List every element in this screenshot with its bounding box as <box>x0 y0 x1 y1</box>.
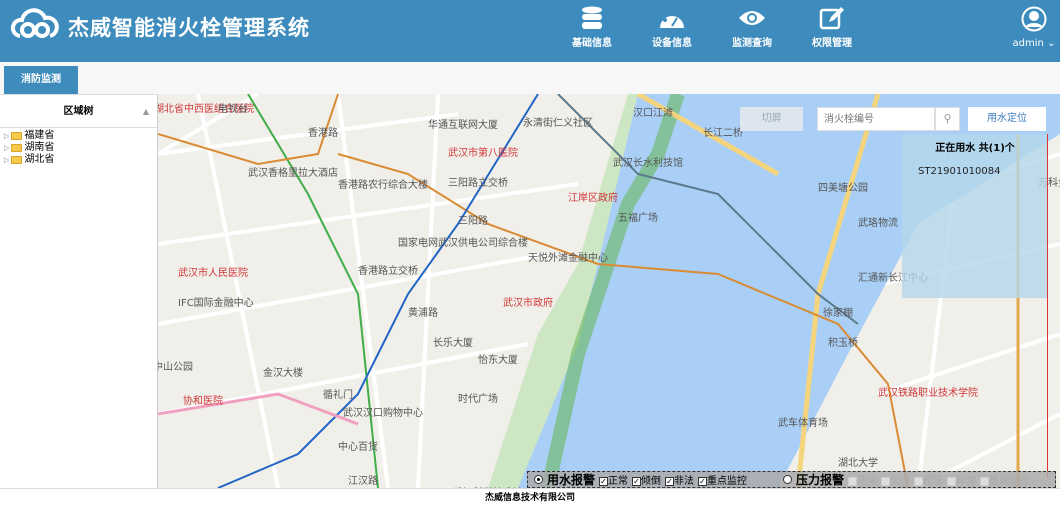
map-label: 中山公园 <box>158 362 193 373</box>
map-label: IFC国际金融中心 <box>178 298 254 309</box>
nav-basic-info[interactable]: 基础信息 <box>557 6 627 49</box>
dashboard-icon <box>660 12 684 28</box>
map-label: 三阳路立交桥 <box>448 178 508 189</box>
collapse-icon[interactable]: ▲ <box>143 95 149 128</box>
app-title: 杰威智能消火栓管理系统 <box>68 16 310 40</box>
header: 杰威智能消火栓管理系统 基础信息 设备信息 监测查询 权限管理 admin ⌄ <box>0 0 1060 62</box>
search-button[interactable]: ⚲ <box>935 107 960 131</box>
nav-label: 权限管理 <box>812 38 852 49</box>
map-label: 五福广场 <box>618 213 658 224</box>
filter-tilt[interactable]: ✓倾倒 <box>632 472 661 487</box>
map-label: 香港路立交桥 <box>358 266 418 277</box>
map-view[interactable]: 湖北省中西医结合医院 电视台 香港路 武汉香格里拉大酒店 华通互联网大厦 武汉市第八医院三… <box>158 94 1060 488</box>
panel-divider <box>1047 134 1048 478</box>
water-alarm-label: 用水报警 <box>547 473 596 487</box>
map-label: 金汉大楼 <box>263 368 303 379</box>
pressure-filter-high[interactable]: 超压 <box>914 472 943 487</box>
map-label: 武汉铁路职业技术学院 <box>878 388 978 399</box>
map-label: 武车体育场 <box>778 418 828 429</box>
map-label: 四美塘公园 <box>818 183 868 194</box>
pressure-filter-normal[interactable]: 正常 <box>848 472 877 487</box>
map-label: 天悦外滩金融中心 <box>528 253 608 264</box>
water-alarm-radio[interactable] <box>534 475 543 484</box>
map-label: 时代广场 <box>458 394 498 405</box>
hydrant-number-input[interactable] <box>817 107 935 131</box>
tab-fire-monitor[interactable]: 消防监测 <box>4 66 78 94</box>
map-label: 徐家棚 <box>823 308 853 319</box>
map-label: 武汉长水利技馆 <box>613 158 683 169</box>
map-label: 长江二桥 <box>703 128 743 139</box>
folder-icon <box>11 144 23 152</box>
username: admin <box>1012 38 1044 49</box>
hydrant-list-item[interactable]: ST21901010084 <box>918 166 1048 177</box>
pressure-alarm-label: 压力报警 <box>796 473 845 487</box>
pressure-filter-abnormal[interactable]: 异常 <box>947 472 976 487</box>
cloud-logo-icon <box>10 8 59 38</box>
map-label: 循礼门 <box>323 390 353 401</box>
tree-label: 湖南省 <box>24 142 55 153</box>
map-label: 武汉市第八医院 <box>448 148 518 159</box>
nav-monitor-query[interactable]: 监测查询 <box>717 6 787 49</box>
map-label: 积玉桥 <box>828 338 858 349</box>
user-menu[interactable]: admin ⌄ <box>1012 6 1056 49</box>
map-label: 电视台 <box>218 104 248 115</box>
tree-item-fujian[interactable]: ▷ 福建省 <box>0 130 157 142</box>
pressure-alarm-radio[interactable] <box>783 475 793 484</box>
filter-key-monitor[interactable]: ✓重点监控 <box>698 472 747 487</box>
tree-label: 福建省 <box>24 130 55 141</box>
region-tree-panel: 区域树 ▲ ▷ 福建省 ▷ 湖南省 ▷ 湖北省 <box>0 94 158 488</box>
expand-icon[interactable]: ▷ <box>4 142 9 154</box>
tree-label: 湖北省 <box>24 154 55 165</box>
map-label: 香港路农行综合大楼 <box>338 180 428 191</box>
map-label: 三阳路 <box>458 216 488 227</box>
expand-icon[interactable]: ▷ <box>4 130 9 142</box>
nav-label: 基础信息 <box>572 38 612 49</box>
expand-icon[interactable]: ▷ <box>4 154 9 166</box>
region-tree-title: 区域树 <box>63 106 94 117</box>
pressure-filter-low[interactable]: 欠压 <box>881 472 910 487</box>
tab-bar: 消防监测 <box>0 62 1060 94</box>
eye-icon <box>739 11 765 25</box>
map-label: 中心百货 <box>338 442 378 453</box>
database-icon <box>582 6 602 29</box>
chevron-down-icon: ⌄ <box>1047 38 1056 49</box>
nav-device-info[interactable]: 设备信息 <box>637 6 707 49</box>
search-icon: ⚲ <box>943 112 952 125</box>
map-label: 协和医院 <box>183 396 223 407</box>
water-locate-button[interactable]: 用水定位 <box>968 107 1046 131</box>
map-label: 怡东大厦 <box>478 355 518 366</box>
map-label: 武汉市政府 <box>503 298 553 309</box>
map-label: 黄浦路 <box>408 308 438 319</box>
map-label: 武汉香格里拉大酒店 <box>248 168 338 179</box>
nav-label: 设备信息 <box>652 38 692 49</box>
tree-item-hubei[interactable]: ▷ 湖北省 <box>0 154 157 166</box>
folder-icon <box>11 156 23 164</box>
map-label: 长乐大厦 <box>433 338 473 349</box>
tree-item-hunan[interactable]: ▷ 湖南省 <box>0 142 157 154</box>
user-avatar-icon <box>1021 6 1047 32</box>
map-label: 汉口江滩 <box>633 108 673 119</box>
map-label: 江汉路 <box>348 476 378 487</box>
pressure-filter-key-monitor[interactable]: 重点监控 <box>980 472 1029 487</box>
map-label: 武珞物流 <box>858 218 898 229</box>
map-label: 武汉市人民医院 <box>178 268 248 279</box>
map-label: 湖北大学 <box>838 458 878 469</box>
panel-title: 正在用水 共(1)个 <box>935 143 1015 154</box>
filter-illegal[interactable]: ✓非法 <box>665 472 694 487</box>
map-label: 华通互联网大厦 <box>428 120 498 131</box>
nav-label: 监测查询 <box>732 38 772 49</box>
map-label: 武汉汉口购物中心 <box>343 408 423 419</box>
nav-permissions[interactable]: 权限管理 <box>797 6 867 49</box>
map-label: 江岸区政府 <box>568 193 618 204</box>
footer: 杰威信息技术有限公司 <box>0 488 1060 508</box>
map-label: 国家电网武汉供电公司综合楼 <box>398 238 528 249</box>
active-water-panel: 正在用水 共(1)个 ST21901010084 <box>902 134 1048 298</box>
alarm-filter-bar: 用水报警 ✓正常 ✓倾倒 ✓非法 ✓重点监控 压力报警 正常 欠压 超压 异常 … <box>527 471 1056 488</box>
folder-icon <box>11 132 23 140</box>
map-label: 香港路 <box>308 128 338 139</box>
filter-normal[interactable]: ✓正常 <box>599 472 628 487</box>
split-screen-button[interactable]: 切屏 <box>740 107 803 131</box>
edit-icon <box>819 7 844 30</box>
map-label: 永清街仁义社区 <box>523 118 593 129</box>
